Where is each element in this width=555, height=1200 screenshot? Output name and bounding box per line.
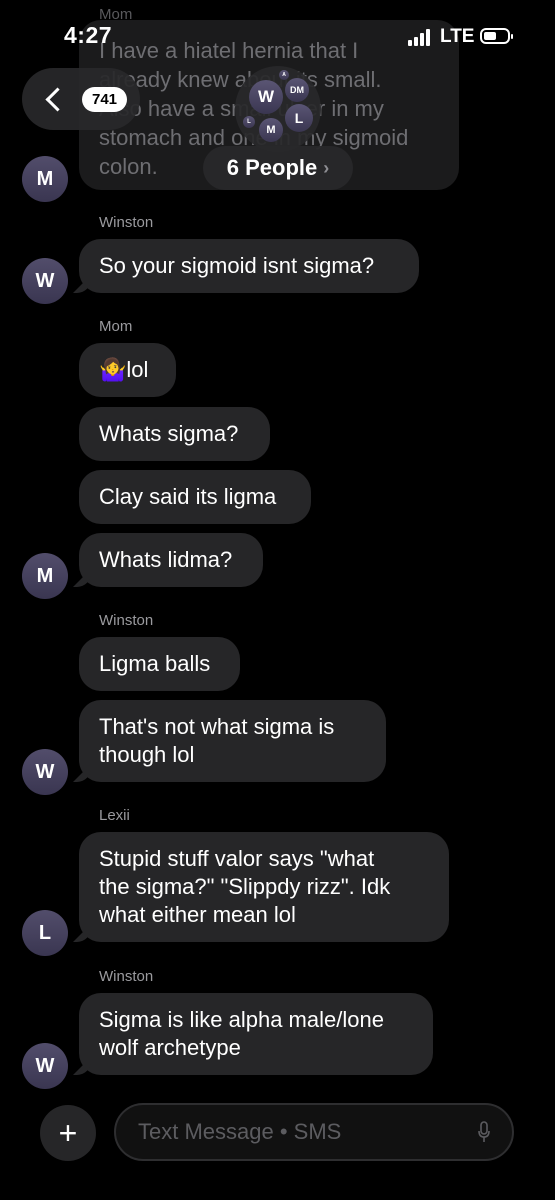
- message-text-line: wolf archetype: [99, 1035, 241, 1060]
- message-text: So your sigmoid isnt sigma?: [99, 253, 375, 278]
- group-avatar: M: [259, 118, 283, 142]
- sender-name: Winston: [99, 968, 154, 985]
- avatar[interactable]: M: [22, 156, 68, 202]
- group-avatar-cluster[interactable]: W DM L M L A: [235, 66, 321, 152]
- message-text: 🤷‍♀️lol: [99, 357, 149, 382]
- message-bubble[interactable]: Sigma is like alpha male/lone wolf arche…: [79, 993, 433, 1075]
- message-text-line: though lol: [99, 742, 195, 767]
- group-details-button[interactable]: 6 People ›: [203, 146, 353, 190]
- avatar[interactable]: W: [22, 1043, 68, 1089]
- previous-line: I have a hiatel hernia that I: [99, 38, 359, 63]
- unread-badge: 741: [82, 86, 128, 112]
- chevron-left-icon: [45, 86, 70, 112]
- microphone-icon[interactable]: [478, 1121, 490, 1143]
- add-attachment-button[interactable]: +: [40, 1105, 96, 1161]
- message-input[interactable]: Text Message • SMS: [114, 1103, 514, 1161]
- message-bubble[interactable]: Ligma balls: [79, 637, 240, 691]
- message-bubble[interactable]: That's not what sigma is though lol: [79, 700, 386, 782]
- plus-icon: +: [58, 1114, 78, 1151]
- sender-name: Winston: [99, 612, 154, 629]
- message-text: Ligma balls: [99, 651, 211, 676]
- avatar[interactable]: W: [22, 258, 68, 304]
- sender-name: Winston: [99, 214, 154, 231]
- people-count-label: 6 People: [226, 155, 318, 180]
- message-text: Clay said its ligma: [99, 484, 277, 509]
- message-text: Whats lidma?: [99, 547, 233, 572]
- message-text-line: what either mean lol: [99, 902, 296, 927]
- message-bubble[interactable]: Stupid stuff valor says "what the sigma?…: [79, 832, 449, 942]
- group-avatar: L: [243, 116, 255, 128]
- message-text-line: Sigma is like alpha male/lone: [99, 1007, 384, 1032]
- message-bubble[interactable]: Whats lidma?: [79, 533, 263, 587]
- group-avatar: DM: [285, 78, 309, 102]
- sender-name: Mom: [99, 318, 133, 335]
- status-time: 4:27: [64, 22, 113, 48]
- message-bubble[interactable]: 🤷‍♀️lol: [79, 343, 176, 397]
- group-avatar: A: [279, 70, 289, 80]
- avatar[interactable]: W: [22, 749, 68, 795]
- network-label: LTE: [440, 26, 475, 47]
- chevron-right-icon: ›: [323, 157, 330, 178]
- group-avatar: L: [285, 104, 313, 132]
- message-bubble[interactable]: Whats sigma?: [79, 407, 270, 461]
- group-avatar: W: [249, 80, 283, 114]
- message-input-placeholder: Text Message • SMS: [138, 1119, 342, 1144]
- message-text-line: the sigma?" "Slippdy rizz". Idk: [99, 874, 391, 899]
- message-text-line: Stupid stuff valor says "what: [99, 846, 375, 871]
- signal-icon: [408, 28, 434, 46]
- avatar[interactable]: M: [22, 553, 68, 599]
- message-text-line: That's not what sigma is: [99, 714, 335, 739]
- back-button[interactable]: 741: [22, 68, 140, 130]
- avatar[interactable]: L: [22, 910, 68, 956]
- battery-icon: [480, 28, 513, 44]
- sender-name: Lexii: [99, 807, 130, 824]
- message-bubble[interactable]: So your sigmoid isnt sigma?: [79, 239, 419, 293]
- message-text: Whats sigma?: [99, 421, 239, 446]
- message-bubble[interactable]: Clay said its ligma: [79, 470, 311, 524]
